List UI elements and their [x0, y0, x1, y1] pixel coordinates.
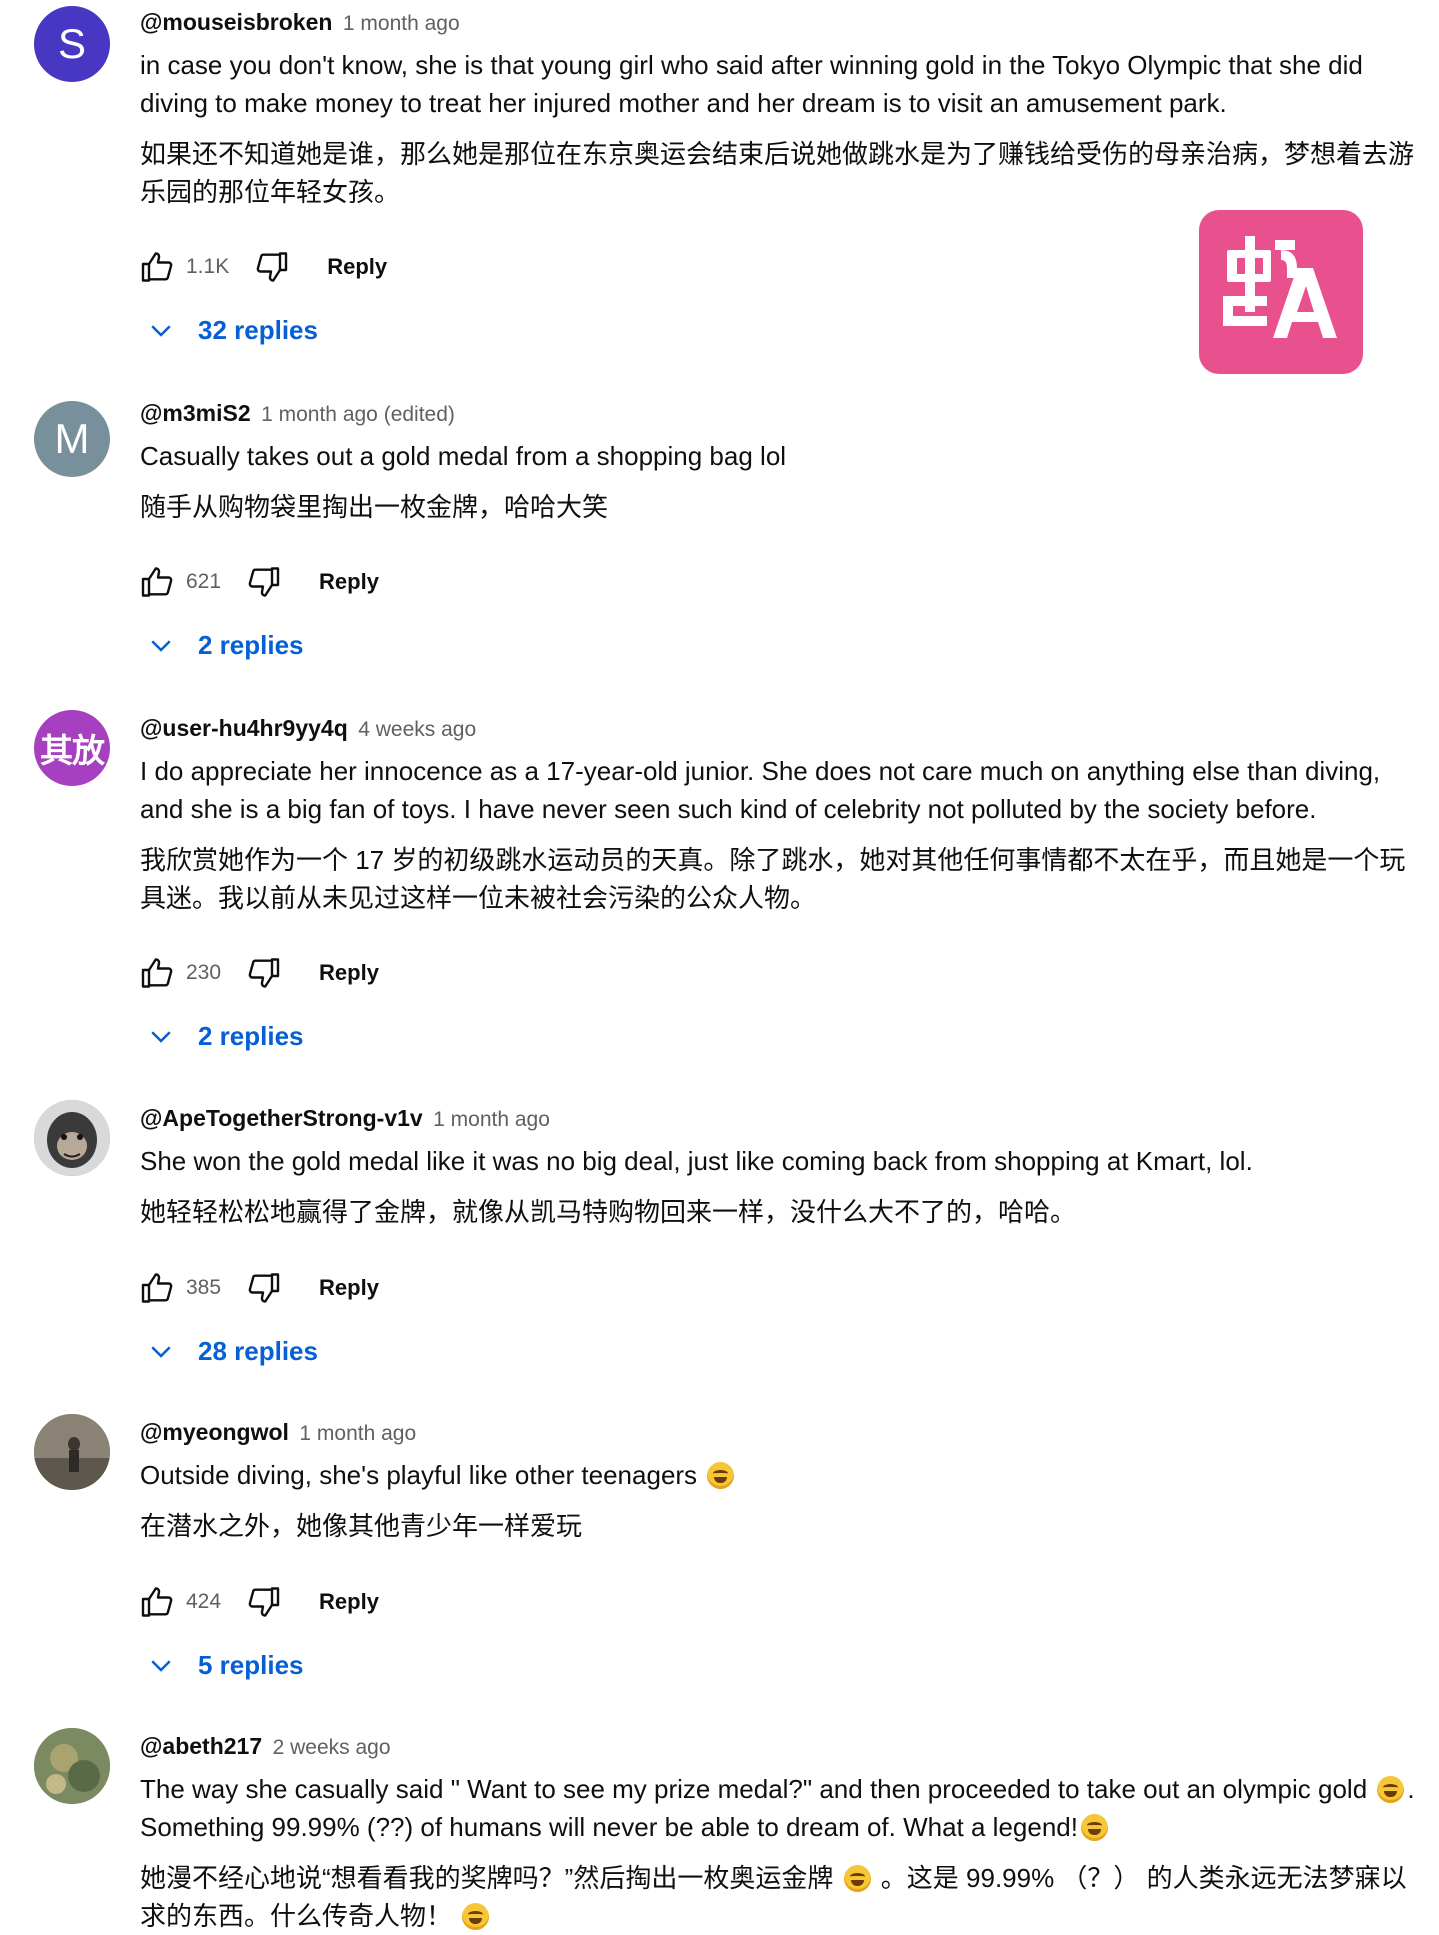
replies-count: 2 replies — [198, 1020, 304, 1051]
like-button[interactable] — [138, 1582, 178, 1622]
comment-text: Casually takes out a gold medal from a s… — [140, 441, 787, 471]
chevron-down-icon — [151, 1660, 171, 1672]
like-count: 424 — [186, 1590, 222, 1613]
translate-zh-a-icon — [1223, 236, 1337, 338]
translation-part: 她漫不经心地说“想看看我的奖牌吗？”然后掏出一枚奥运金牌 — [140, 1863, 834, 1893]
view-replies-button[interactable]: 28 replies — [146, 1329, 318, 1373]
chevron-down-icon — [151, 640, 171, 652]
comment-actions: 424 Reply — [138, 1580, 379, 1624]
thumbs-down-icon — [248, 958, 280, 988]
like-button[interactable] — [138, 953, 178, 993]
thumbs-up-icon — [141, 252, 173, 282]
replies-count: 28 replies — [198, 1335, 318, 1366]
dislike-button[interactable] — [243, 953, 283, 993]
like-count: 621 — [186, 570, 222, 593]
replies-count: 5 replies — [198, 1649, 304, 1680]
thumbs-down-icon — [248, 1273, 280, 1303]
reply-button[interactable]: Reply — [319, 569, 379, 595]
comment-translation: 如果还不知道她是谁，那么她是那位在东京奥运会结束后说她做跳水是为了赚钱给受伤的母… — [140, 139, 1415, 207]
chevron-down-icon — [151, 1031, 171, 1043]
view-replies-button[interactable]: 2 replies — [146, 1014, 304, 1058]
thumbs-down-icon — [248, 1587, 280, 1617]
reply-button[interactable]: Reply — [319, 960, 379, 986]
laughing-emoji-icon — [1080, 1814, 1108, 1841]
comment-translation: 她轻轻松松地赢得了金牌，就像从凯马特购物回来一样，没什么大不了的，哈哈。 — [140, 1197, 1077, 1227]
comment-translation: 随手从购物袋里掏出一枚金牌，哈哈大笑 — [140, 492, 609, 522]
reply-button[interactable]: Reply — [327, 254, 387, 280]
comment-time[interactable]: 1 month ago — [299, 1422, 416, 1445]
comment-time[interactable]: 1 month ago — [433, 1108, 550, 1131]
like-count: 385 — [186, 1276, 222, 1299]
comment-time[interactable]: 1 month ago (edited) — [261, 403, 455, 426]
avatar[interactable] — [34, 1100, 110, 1176]
thumbs-up-icon — [141, 958, 173, 988]
replies-count: 2 replies — [198, 629, 304, 660]
reply-button[interactable]: Reply — [319, 1275, 379, 1301]
comment-author[interactable]: @mouseisbroken — [140, 9, 332, 35]
chevron-down-icon — [151, 325, 171, 337]
comment-translation: 我欣赏她作为一个 17 岁的初级跳水运动员的天真。除了跳水，她对其他任何事情都不… — [140, 845, 1406, 913]
thumbs-up-icon — [141, 1587, 173, 1617]
comment-translation: 她漫不经心地说“想看看我的奖牌吗？”然后掏出一枚奥运金牌 。这是 99.99% … — [140, 1859, 1420, 1935]
comment-text: I do appreciate her innocence as a 17-ye… — [140, 756, 1381, 824]
comment-actions: 230 Reply — [138, 951, 379, 995]
dislike-button[interactable] — [251, 247, 291, 287]
comment-author[interactable]: @m3miS2 — [140, 400, 251, 426]
comment-text: Outside diving, she's playful like other… — [140, 1456, 1420, 1494]
translate-button[interactable] — [1199, 210, 1363, 374]
avatar[interactable]: M — [34, 401, 110, 477]
thumbs-down-icon — [248, 567, 280, 597]
like-button[interactable] — [138, 1268, 178, 1308]
laughing-emoji-icon — [843, 1865, 871, 1892]
comment-text: She won the gold medal like it was no bi… — [140, 1146, 1253, 1176]
thumbs-up-icon — [141, 567, 173, 597]
photo-avatar-image — [34, 1414, 110, 1490]
comment-text-part: The way she casually said " Want to see … — [140, 1774, 1368, 1804]
comment-text-content: Outside diving, she's playful like other… — [140, 1460, 698, 1490]
comment-author[interactable]: @ApeTogetherStrong-v1v — [140, 1105, 423, 1131]
chevron-down-icon — [151, 1346, 171, 1358]
replies-count: 32 replies — [198, 314, 318, 345]
thumbs-down-icon — [256, 252, 288, 282]
like-button[interactable] — [138, 562, 178, 602]
view-replies-button[interactable]: 2 replies — [146, 623, 304, 667]
dislike-button[interactable] — [243, 562, 283, 602]
comment-actions: 621 Reply — [138, 560, 379, 604]
comment-actions: 1.1K Reply — [138, 245, 387, 289]
dislike-button[interactable] — [243, 1582, 283, 1622]
like-count: 230 — [186, 961, 222, 984]
avatar[interactable] — [34, 1728, 110, 1804]
like-button[interactable] — [138, 247, 178, 287]
ape-avatar-image — [34, 1100, 110, 1176]
avatar[interactable]: 其放 — [34, 710, 110, 786]
comment-text: The way she casually said " Want to see … — [140, 1770, 1420, 1846]
laughing-emoji-icon — [462, 1903, 490, 1930]
avatar[interactable]: S — [34, 6, 110, 82]
comment-time[interactable]: 4 weeks ago — [358, 718, 476, 741]
view-replies-button[interactable]: 32 replies — [146, 308, 318, 352]
comment-translation: 在潜水之外，她像其他青少年一样爱玩 — [140, 1511, 583, 1541]
view-replies-button[interactable]: 5 replies — [146, 1643, 304, 1687]
comment-author[interactable]: @myeongwol — [140, 1419, 289, 1445]
comment-time[interactable]: 2 weeks ago — [273, 1736, 391, 1759]
avatar[interactable] — [34, 1414, 110, 1490]
comment-author[interactable]: @abeth217 — [140, 1733, 262, 1759]
laughing-emoji-icon — [707, 1462, 735, 1489]
thumbs-up-icon — [141, 1273, 173, 1303]
like-count: 1.1K — [186, 255, 230, 278]
photo-avatar-image — [34, 1728, 110, 1804]
comment-author[interactable]: @user-hu4hr9yy4q — [140, 715, 348, 741]
comment-time[interactable]: 1 month ago — [343, 12, 460, 35]
dislike-button[interactable] — [243, 1268, 283, 1308]
reply-button[interactable]: Reply — [319, 1589, 379, 1615]
laughing-emoji-icon — [1377, 1776, 1405, 1803]
comment-actions: 385 Reply — [138, 1266, 379, 1310]
comment-text: in case you don't know, she is that youn… — [140, 50, 1363, 118]
